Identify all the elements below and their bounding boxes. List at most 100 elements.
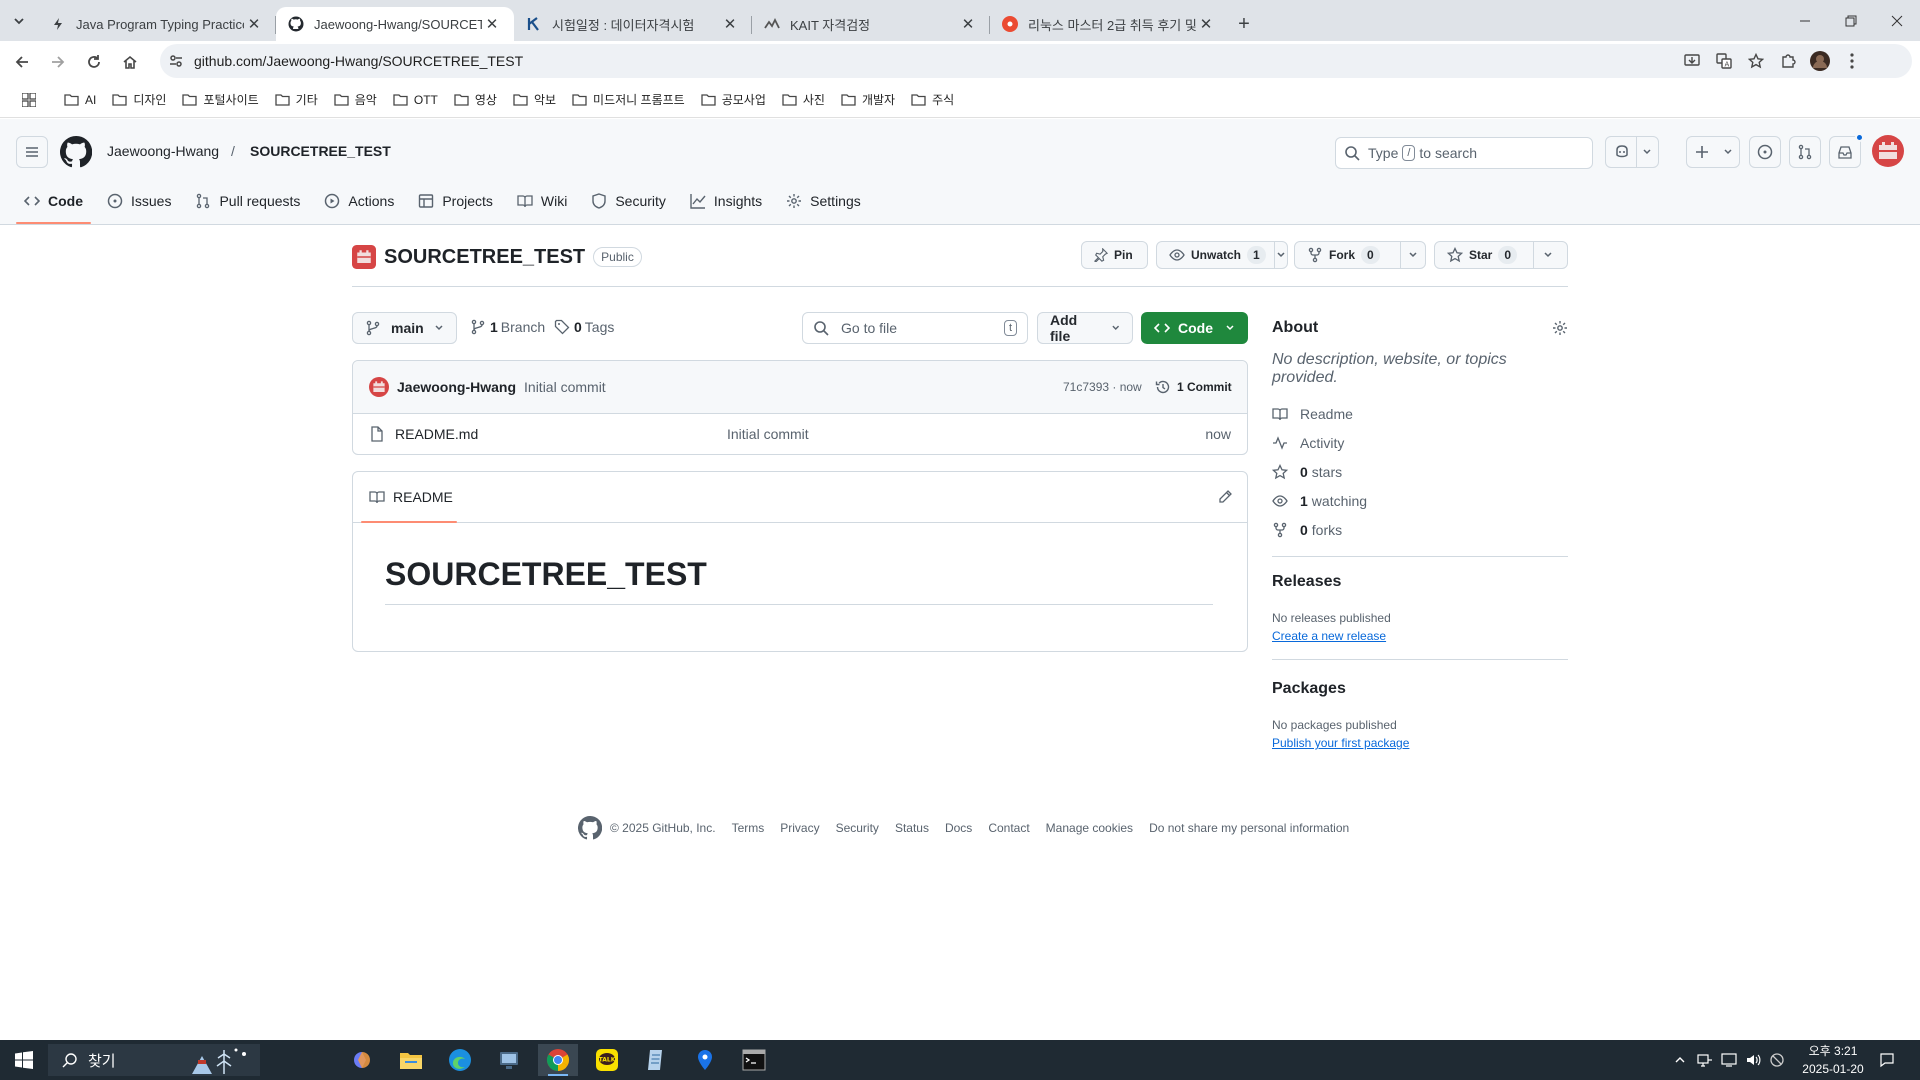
close-window-button[interactable] (1874, 0, 1920, 41)
tab-search-button[interactable] (0, 0, 38, 41)
forks-link[interactable]: 0 forks (1272, 515, 1568, 544)
forward-button[interactable] (40, 46, 76, 78)
github-logo-icon[interactable] (578, 816, 602, 840)
home-button[interactable] (112, 46, 148, 78)
restore-button[interactable] (1828, 0, 1874, 41)
open-menu-button[interactable] (16, 136, 48, 168)
fork-button[interactable]: Fork 0 (1294, 241, 1426, 269)
bookmark-folder[interactable]: 악보 (505, 86, 564, 114)
tab-settings[interactable]: Settings (778, 178, 869, 224)
search-input[interactable]: Type / to search (1335, 137, 1593, 169)
go-to-file-input[interactable]: Go to file t (802, 312, 1028, 344)
repo-link[interactable]: SOURCETREE_TEST (250, 143, 391, 159)
commit-hash[interactable]: 71c7393 · now (1063, 380, 1142, 394)
star-button[interactable]: Star 0 (1434, 241, 1568, 269)
github-logo-icon[interactable] (60, 136, 92, 168)
footer-link-docs[interactable]: Docs (945, 821, 972, 835)
issues-button[interactable] (1749, 136, 1781, 168)
tab-actions[interactable]: Actions (316, 178, 402, 224)
maps-app[interactable] (685, 1044, 725, 1076)
bookmark-folder[interactable]: 기타 (267, 86, 326, 114)
fork-dropdown[interactable] (1399, 242, 1425, 268)
readme-link[interactable]: Readme (1272, 399, 1568, 428)
notepad-app[interactable] (636, 1044, 676, 1076)
footer-link-contact[interactable]: Contact (988, 821, 1029, 835)
bookmark-folder[interactable]: OTT (385, 86, 446, 114)
tab-pull-requests[interactable]: Pull requests (187, 178, 308, 224)
bookmark-folder[interactable]: 영상 (446, 86, 505, 114)
bookmark-folder[interactable]: 사진 (774, 86, 833, 114)
start-button[interactable] (4, 1044, 44, 1076)
kakaotalk-app[interactable]: TALK (587, 1044, 627, 1076)
create-release-link[interactable]: Create a new release (1272, 629, 1568, 643)
extensions-button[interactable] (1772, 44, 1804, 78)
footer-link-privacy[interactable]: Privacy (780, 821, 819, 835)
site-info-icon[interactable] (168, 53, 184, 69)
file-explorer-app[interactable] (391, 1044, 431, 1076)
network-status[interactable] (1692, 1044, 1718, 1076)
repo-name[interactable]: SOURCETREE_TEST (384, 246, 585, 269)
display-status[interactable] (1716, 1044, 1742, 1076)
taskbar-search[interactable]: 찾기 (48, 1044, 260, 1076)
star-dropdown[interactable] (1533, 242, 1561, 268)
tab-security[interactable]: Security (583, 178, 674, 224)
bookmark-folder[interactable]: 미드저니 프롬프트 (564, 86, 693, 114)
commits-link[interactable]: 1 Commit (1155, 379, 1232, 395)
copilot-button[interactable] (1605, 136, 1659, 168)
new-tab-button[interactable]: + (1228, 7, 1260, 41)
footer-link-status[interactable]: Status (895, 821, 929, 835)
tab-code[interactable]: Code (16, 178, 91, 224)
tab-projects[interactable]: Projects (410, 178, 501, 224)
branch-select-button[interactable]: main (352, 312, 457, 344)
tab-insights[interactable]: Insights (682, 178, 770, 224)
gear-icon[interactable] (1552, 320, 1568, 336)
close-icon[interactable]: ✕ (244, 14, 264, 34)
minimize-button[interactable] (1782, 0, 1828, 41)
releases-title[interactable]: Releases (1272, 573, 1568, 591)
back-button[interactable] (4, 46, 40, 78)
add-file-button[interactable]: Add file (1037, 312, 1133, 344)
browser-tab[interactable]: Java Program Typing Practice ✕ (38, 7, 276, 41)
close-icon[interactable]: ✕ (482, 14, 502, 34)
tab-issues[interactable]: Issues (99, 178, 179, 224)
bookmark-folder[interactable]: 음악 (326, 86, 385, 114)
branches-link[interactable]: 1 Branch (470, 319, 545, 335)
tags-link[interactable]: 0 Tags (554, 319, 614, 335)
browser-tab[interactable]: 리눅스 마스터 2급 취득 후기 및 ✕ (990, 7, 1228, 41)
browser-tab-active[interactable]: Jaewoong-Hwang/SOURCETREE_TEST ✕ (276, 7, 514, 41)
install-app-button[interactable] (1676, 44, 1708, 78)
bookmark-folder[interactable]: 포털사이트 (174, 86, 266, 114)
bookmark-folder[interactable]: 디자인 (104, 86, 174, 114)
close-icon[interactable]: ✕ (1196, 14, 1216, 34)
bookmark-folder[interactable]: 공모사업 (693, 86, 774, 114)
edge-app[interactable] (440, 1044, 480, 1076)
profile-avatar[interactable] (1804, 44, 1836, 78)
reload-button[interactable] (76, 46, 112, 78)
address-bar[interactable]: github.com/Jaewoong-Hwang/SOURCETREE_TES… (160, 44, 1912, 78)
activity-link[interactable]: Activity (1272, 428, 1568, 457)
pull-requests-button[interactable] (1789, 136, 1821, 168)
edit-readme-button[interactable] (1210, 482, 1240, 512)
bookmark-folder[interactable]: AI (56, 86, 104, 114)
close-icon[interactable]: ✕ (720, 14, 740, 34)
terminal-app[interactable] (734, 1044, 774, 1076)
vpn-status[interactable] (1764, 1044, 1790, 1076)
translate-button[interactable]: A (1708, 44, 1740, 78)
unwatch-button[interactable]: Unwatch 1 (1156, 241, 1288, 269)
watchers-link[interactable]: 1 watching (1272, 486, 1568, 515)
footer-link-do-not-share[interactable]: Do not share my personal information (1149, 821, 1349, 835)
inbox-button[interactable] (1829, 133, 1864, 168)
copilot-app[interactable] (342, 1044, 382, 1076)
bookmark-folder[interactable]: 개발자 (833, 86, 903, 114)
bookmark-folder[interactable]: 주식 (903, 86, 962, 114)
desktop-app[interactable] (489, 1044, 529, 1076)
browser-menu-button[interactable] (1836, 44, 1868, 78)
table-row[interactable]: README.md Initial commit now (353, 414, 1247, 454)
footer-link-terms[interactable]: Terms (732, 821, 765, 835)
publish-package-link[interactable]: Publish your first package (1272, 736, 1568, 750)
clock[interactable]: 오후 3:21 2025-01-20 (1796, 1042, 1870, 1078)
footer-link-cookies[interactable]: Manage cookies (1046, 821, 1133, 835)
commit-message[interactable]: Initial commit (524, 379, 606, 395)
apps-button[interactable] (16, 86, 42, 114)
browser-tab[interactable]: 시험일정 : 데이터자격시험 ✕ (514, 7, 752, 41)
